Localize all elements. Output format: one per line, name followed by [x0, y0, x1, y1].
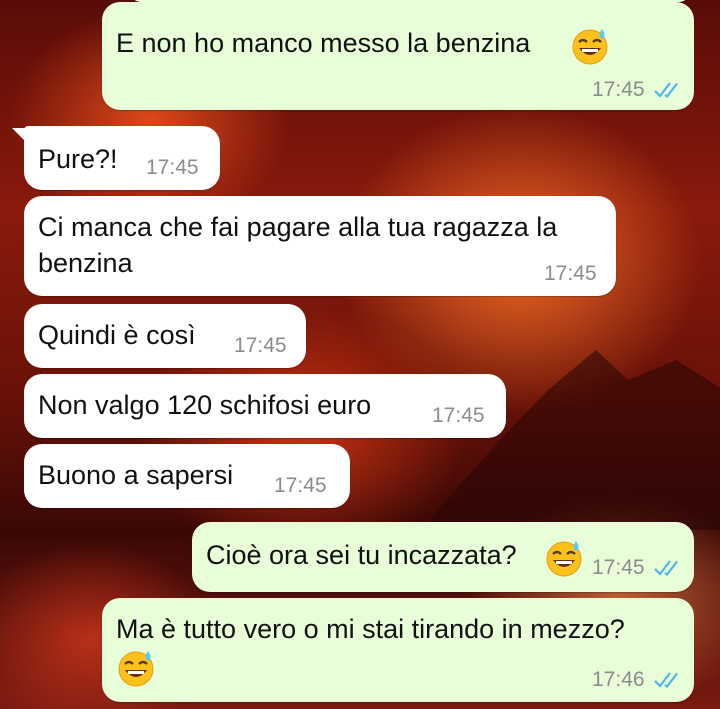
message-text: Pure?! — [38, 144, 118, 174]
sweat-smile-icon — [116, 648, 156, 693]
message-timestamp: 17:46 — [592, 668, 645, 691]
message-timestamp: 17:45 — [274, 474, 327, 497]
message-text-line-2: benzina — [38, 248, 133, 278]
read-receipt-icon — [654, 559, 684, 582]
message-bubble-outgoing[interactable]: Ma è tutto vero o mi stai tirando in mez… — [102, 598, 694, 702]
message-timestamp: 17:45 — [146, 156, 199, 179]
message-timestamp: 17:45 — [432, 404, 485, 427]
message-text-line-1: Ci manca che fai pagare alla tua ragazza… — [38, 212, 558, 242]
message-text: Non valgo 120 schifosi euro — [38, 390, 372, 420]
message-text: Buono a sapersi — [38, 460, 234, 490]
sweat-smile-icon — [570, 26, 610, 71]
message-bubble-incoming[interactable]: Pure?! 17:45 — [24, 126, 220, 190]
message-bubble-incoming[interactable]: Quindi è così 17:45 — [24, 304, 306, 368]
message-text: Ma è tutto vero o mi stai tirando in mez… — [116, 614, 625, 644]
message-text: E non ho manco messo la benzina — [116, 28, 531, 58]
message-bubble-incoming[interactable]: Ci manca che fai pagare alla tua ragazza… — [24, 196, 616, 296]
message-timestamp: 17:45 — [592, 556, 645, 579]
message-bubble-outgoing[interactable]: Cioè ora sei tu incazzata? 17:45 — [192, 522, 694, 592]
read-receipt-icon — [654, 81, 684, 104]
message-timestamp: 17:45 — [592, 78, 645, 101]
message-bubble-incoming[interactable]: Non valgo 120 schifosi euro 17:45 — [24, 374, 506, 438]
message-bubble-outgoing[interactable]: E non ho manco messo la benzina 17:45 — [102, 2, 694, 110]
read-receipt-icon — [654, 671, 684, 694]
message-timestamp: 17:45 — [234, 334, 287, 357]
message-text: Cioè ora sei tu incazzata? — [206, 540, 517, 570]
message-timestamp: 17:45 — [544, 262, 597, 285]
message-bubble-incoming[interactable]: Buono a sapersi 17:45 — [24, 444, 350, 508]
sweat-smile-icon — [544, 538, 584, 583]
message-text: Quindi è così — [38, 320, 196, 350]
